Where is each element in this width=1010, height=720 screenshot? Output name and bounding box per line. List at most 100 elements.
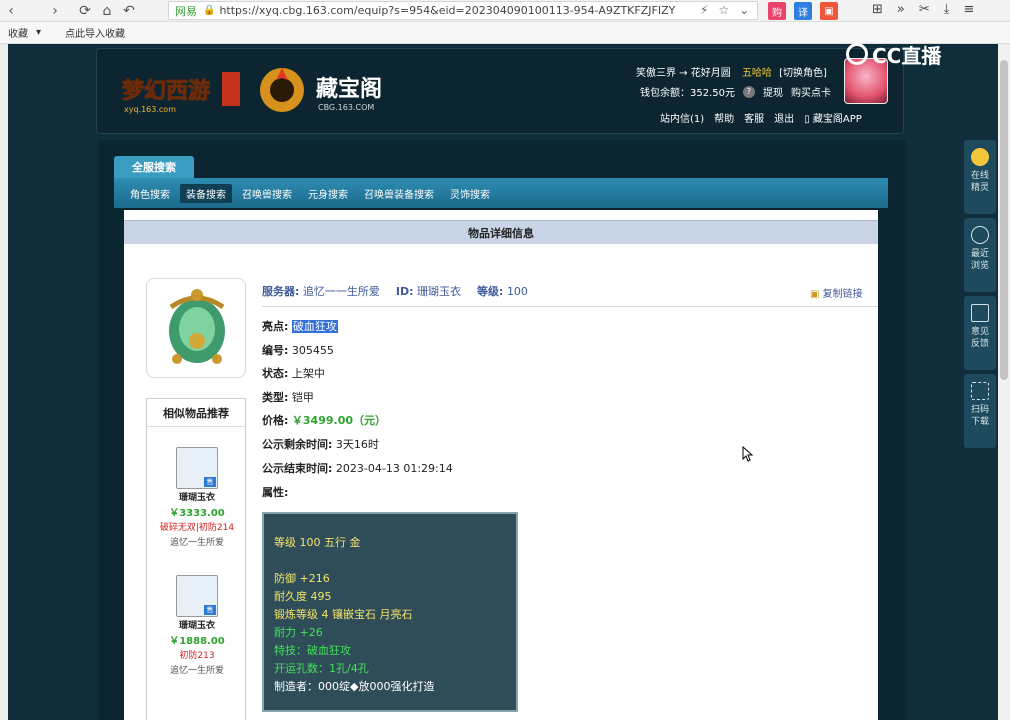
status-label: 状态: [262, 367, 289, 380]
similar-title: 相似物品推荐 [147, 399, 245, 427]
type-row: 类型: 铠甲 [262, 389, 314, 405]
level-label: 等级: [477, 285, 504, 298]
remaining-time-label: 公示剩余时间: [262, 438, 333, 451]
attribute-row: 属性: [262, 484, 288, 500]
grid-icon[interactable]: ⊞ [872, 2, 883, 17]
help-link[interactable]: 帮助 [714, 110, 734, 125]
status-row: 状态: 上架中 [262, 365, 325, 381]
reload-icon[interactable]: ⟳ [74, 0, 96, 22]
type-label: 类型: [262, 391, 289, 404]
similar-item-attr: 初防213 [179, 651, 215, 661]
tab-global-search[interactable]: 全服搜索 [114, 156, 194, 178]
armor-icon [169, 289, 225, 364]
forward-icon[interactable]: › [44, 0, 66, 22]
game-extension-icon[interactable]: ▣ [820, 2, 838, 20]
side-label-recent: 最近浏览 [970, 249, 989, 271]
undo-icon[interactable]: ↶ [118, 0, 140, 22]
sale-badge: 售 [204, 477, 216, 487]
bookmark-favorites[interactable]: 收藏 [0, 25, 36, 40]
similar-item-server: 追忆一生所爱 [169, 666, 224, 676]
attr-line-defense: 防御 +216 [274, 572, 330, 585]
extension-icons: 购 译 ▣ [768, 2, 838, 20]
status-value: 上架中 [291, 367, 325, 380]
sale-badge: 售 [204, 605, 216, 615]
cc-logo-text: CC直播 [872, 43, 942, 68]
lightning-icon[interactable]: ⚡ [700, 3, 708, 17]
side-scan[interactable]: 扫码下载 [964, 374, 996, 448]
tab-equip-search[interactable]: 装备搜索 [180, 183, 232, 203]
similar-item-attr: 破碎无双|初防214 [159, 523, 235, 533]
switch-role-link[interactable]: [切换角色] [779, 68, 827, 79]
cbg-logo[interactable]: 藏宝阁 CBG.163.COM [252, 62, 412, 118]
attr-line-level: 等级 100 五行 金 [274, 536, 361, 549]
similar-item-name[interactable]: 珊瑚玉衣 [147, 619, 247, 634]
withdraw-link[interactable]: 提现 [763, 84, 783, 99]
cbg-domain-text: CBG.163.COM [318, 103, 374, 112]
home-icon[interactable]: ⌂ [96, 0, 118, 22]
attr-line-durability: 耐久度 495 [274, 590, 332, 603]
back-icon[interactable]: ‹ [0, 0, 22, 22]
logout-link[interactable]: 退出 [774, 110, 794, 125]
copy-link-button[interactable]: ▣ 复制链接 [810, 285, 863, 300]
clock-icon [971, 226, 989, 244]
star-icon[interactable]: ☆ [718, 3, 729, 17]
similar-item[interactable]: 售 珊瑚玉衣 ￥1888.00 初防213 追忆一生所爱 [147, 575, 247, 679]
tab-role-search[interactable]: 角色搜索 [124, 184, 176, 203]
download-icon[interactable]: ⤓ [944, 2, 950, 17]
buy-card-link[interactable]: 购买点卡 [791, 84, 831, 99]
wallet-balance: 钱包余额：352.50元 [640, 88, 735, 99]
type-value: 铠甲 [291, 391, 314, 404]
side-label-feedback: 意见反馈 [970, 327, 989, 349]
lock-icon: 🔒 [203, 5, 216, 16]
help-icon[interactable]: ? [743, 85, 755, 98]
bookmarks-bar: 收藏 ▾ 点此导入收藏 [0, 22, 1010, 44]
price-value: ￥3499.00（元） [291, 414, 387, 427]
detail-section-title: 物品详细信息 [124, 220, 878, 244]
scissors-icon[interactable]: ✂ [919, 2, 930, 17]
attr-line-holes: 开运孔数：1孔/4孔 [274, 662, 369, 675]
armor-thumb-icon[interactable]: 售 [176, 447, 218, 489]
shop-extension-icon[interactable]: 购 [768, 2, 786, 20]
app-link[interactable]: ▯ 藏宝阁APP [804, 110, 862, 125]
side-online-sprite[interactable]: 在线精灵 [964, 140, 996, 214]
security-label: 网易 [175, 4, 197, 18]
tab-pet-equip-search[interactable]: 召唤兽装备搜索 [358, 184, 440, 203]
search-sub-tabs: 角色搜索 装备搜索 召唤兽搜索 元身搜索 召唤兽装备搜索 灵饰搜索 [114, 178, 888, 208]
side-recent[interactable]: 最近浏览 [964, 218, 996, 292]
address-bar[interactable]: 网易 🔒 https://xyq.cbg.163.com/equip?s=954… [168, 1, 758, 20]
side-label-scan: 扫码下载 [970, 405, 989, 427]
remaining-time-value: 3天16时 [335, 438, 379, 451]
scrollbar-thumb[interactable] [1000, 60, 1008, 380]
game-logo[interactable]: 梦幻西游 xyq.163.com [118, 64, 244, 116]
id-value: 珊瑚玉衣 [417, 285, 462, 298]
highlight-value[interactable]: 破血狂攻 [291, 320, 338, 333]
menu-icon[interactable]: ≡ [964, 2, 975, 17]
similar-item[interactable]: 售 珊瑚玉衣 ￥3333.00 破碎无双|初防214 追忆一生所爱 [147, 447, 247, 551]
chevron-down-icon[interactable]: ▾ [36, 27, 45, 38]
chevron-down-icon[interactable]: ⌄ [739, 3, 749, 17]
tab-avatar-search[interactable]: 元身搜索 [302, 184, 354, 203]
side-label-sprite: 在线精灵 [970, 171, 989, 193]
messages-link[interactable]: 站内信(1) [660, 110, 704, 125]
side-feedback[interactable]: 意见反馈 [964, 296, 996, 370]
tab-ornament-search[interactable]: 灵饰搜索 [444, 184, 496, 203]
translate-extension-icon[interactable]: 译 [794, 2, 812, 20]
similar-item-server: 追忆一生所爱 [169, 538, 224, 548]
edit-icon [971, 304, 989, 322]
more-icon[interactable]: » [897, 2, 905, 17]
attribute-label: 属性: [262, 486, 289, 499]
service-link[interactable]: 客服 [744, 110, 764, 125]
copy-link-icon: ▣ [810, 289, 820, 300]
armor-thumb-icon[interactable]: 售 [176, 575, 218, 617]
bookmark-import[interactable]: 点此导入收藏 [57, 25, 133, 40]
item-image [146, 278, 246, 378]
id-label: ID: [395, 285, 414, 298]
username: 五哈哈 [741, 68, 772, 79]
attr-line-maker: 制造者：000绽◆放000强化打造 [274, 680, 435, 693]
tab-pet-search[interactable]: 召唤兽搜索 [236, 184, 298, 203]
price-row: 价格: ￥3499.00（元） [262, 412, 386, 428]
end-time-label: 公示结束时间: [262, 462, 333, 475]
mouse-cursor-icon [742, 446, 754, 462]
similar-item-name[interactable]: 珊瑚玉衣 [147, 491, 247, 506]
copy-link-label: 复制链接 [822, 289, 863, 300]
